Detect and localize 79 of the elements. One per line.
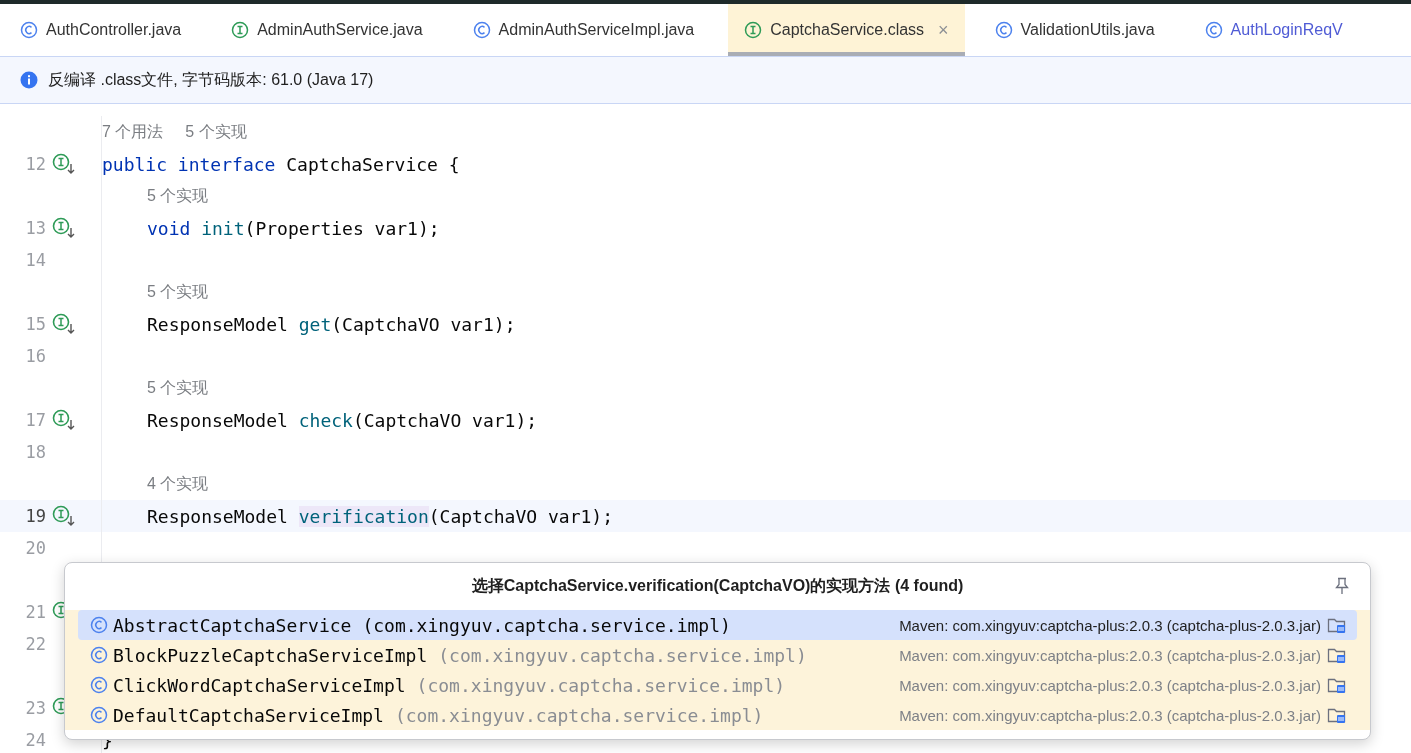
code-token: interface (177, 153, 277, 175)
line-number: 21 (24, 602, 46, 622)
library-folder-icon (1327, 616, 1347, 634)
inlay-hint[interactable]: 5 个实现 (147, 185, 209, 207)
implemented-marker-icon[interactable] (52, 505, 76, 527)
interface-icon (231, 21, 250, 39)
library-location: Maven: com.xingyuv:captcha-plus:2.0.3 (captcha-plus-2.0.3.jar) (899, 646, 1321, 664)
line-number: 13 (24, 218, 46, 238)
line-number: 17 (24, 410, 46, 430)
code-token: CaptchaService { (286, 153, 460, 175)
implementation-item[interactable]: ClickWordCaptchaServiceImpl (com.xingyuv.captcha.service.impl) Maven: com.xingyuv:captcha-plus:2.0.3 (captcha-plus-2.0.3.jar) (78, 670, 1357, 700)
implemented-marker-icon[interactable] (52, 409, 76, 431)
implemented-marker-icon[interactable] (52, 153, 76, 175)
class-icon (472, 21, 491, 39)
class-icon (90, 646, 108, 664)
package-name: (com.xingyuv.captcha.service.impl) (362, 614, 731, 636)
class-icon (90, 706, 108, 724)
code-token: public (102, 153, 169, 175)
code-token: init (201, 217, 245, 239)
inlay-hint[interactable]: 5 个实现 (147, 281, 209, 303)
editor-tab[interactable]: AuthController.java (4, 4, 198, 56)
implementation-item[interactable]: DefaultCaptchaServiceImpl (com.xingyuv.captcha.service.impl) Maven: com.xingyuv:captcha-plus:2.0.3 (captcha-plus-2.0.3.jar) (78, 700, 1357, 730)
class-icon (20, 21, 38, 39)
line-number: 16 (24, 346, 46, 366)
class-name: ClickWordCaptchaServiceImpl (113, 674, 406, 696)
line-number: 22 (24, 634, 46, 654)
line-number: 23 (24, 698, 46, 718)
line-number: 20 (24, 538, 46, 558)
library-folder-icon (1327, 676, 1347, 694)
code-token: (Properties var1); (244, 217, 440, 239)
implementation-item[interactable]: BlockPuzzleCaptchaServiceImpl (com.xingyuv.captcha.service.impl) Maven: com.xingyuv:captcha-plus:2.0.3 (captcha-plus-2.0.3.jar) (78, 640, 1357, 670)
class-name: AbstractCaptchaService (113, 614, 352, 636)
library-folder-icon (1327, 646, 1347, 664)
implementation-item[interactable]: AbstractCaptchaService (com.xingyuv.captcha.service.impl) Maven: com.xingyuv:captcha-plus:2.0.3 (captcha-plus-2.0.3.jar) (78, 610, 1357, 640)
package-name: (com.xingyuv.captcha.service.impl) (394, 704, 764, 726)
class-icon (90, 616, 108, 634)
library-location: Maven: com.xingyuv:captcha-plus:2.0.3 (captcha-plus-2.0.3.jar) (899, 706, 1321, 724)
code-token: (CaptchaVO var1); (331, 313, 516, 335)
decompiled-notice: 反编译 .class文件, 字节码版本: 61.0 (Java 17) (48, 69, 374, 90)
line-number: 14 (24, 250, 46, 270)
line-number: 18 (24, 442, 46, 462)
code-token: get (298, 313, 332, 335)
class-icon (994, 21, 1013, 39)
class-icon (1204, 21, 1223, 39)
inlay-hint[interactable]: 5 个实现 (185, 121, 247, 143)
code-token: void (147, 217, 192, 239)
line-number: 24 (24, 730, 46, 750)
code-token: ResponseModel (147, 505, 289, 527)
library-location: Maven: com.xingyuv:captcha-plus:2.0.3 (captcha-plus-2.0.3.jar) (899, 616, 1321, 634)
code-token: check (298, 409, 353, 431)
editor-tab[interactable]: AdminAuthService.java (215, 4, 439, 56)
library-folder-icon (1327, 706, 1347, 724)
editor-tab[interactable]: ValidationUtils.java (978, 4, 1171, 56)
editor-tab[interactable]: AdminAuthServiceImpl.java (456, 4, 711, 56)
inlay-hint[interactable]: 4 个实现 (147, 473, 209, 495)
code-token: ResponseModel (147, 313, 289, 335)
library-location: Maven: com.xingyuv:captcha-plus:2.0.3 (captcha-plus-2.0.3.jar) (899, 676, 1321, 694)
class-name: BlockPuzzleCaptchaServiceImpl (113, 644, 428, 666)
class-name: DefaultCaptchaServiceImpl (113, 704, 384, 726)
implemented-marker-icon[interactable] (52, 313, 76, 335)
line-number: 12 (24, 154, 46, 174)
code-token: ResponseModel (147, 409, 289, 431)
code-token: (CaptchaVO var1); (428, 505, 613, 527)
inlay-hint[interactable]: 5 个实现 (147, 377, 209, 399)
package-name: (com.xingyuv.captcha.service.impl) (416, 674, 786, 696)
line-number: 19 (24, 506, 46, 526)
pin-icon[interactable] (1334, 577, 1350, 595)
editor-tab[interactable]: CaptchaService.class × (728, 4, 965, 56)
inlay-hint[interactable]: 7 个用法 (102, 121, 164, 143)
line-number: 15 (24, 314, 46, 334)
info-icon (20, 71, 38, 89)
interface-icon (744, 21, 763, 39)
code-token: verification (298, 505, 429, 527)
popup-title: 选择CaptchaService.verification(CaptchaVO)的实现方法 (4 found) (471, 576, 964, 596)
editor-tab[interactable]: AuthLoginReqV (1188, 4, 1359, 56)
implemented-marker-icon[interactable] (52, 217, 76, 239)
class-icon (90, 676, 108, 694)
package-name: (com.xingyuv.captcha.service.impl) (438, 644, 807, 666)
code-token: (CaptchaVO var1); (352, 409, 538, 431)
